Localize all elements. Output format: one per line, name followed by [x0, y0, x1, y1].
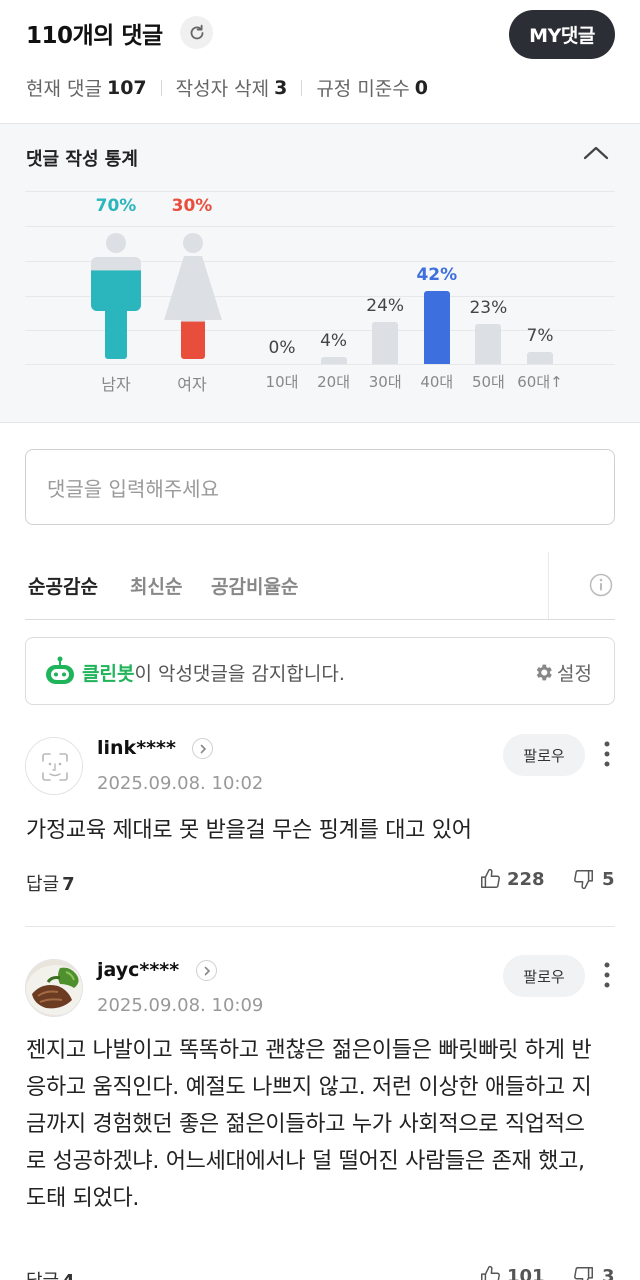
female-figure-icon: [164, 233, 222, 359]
age-bar-value: 23%: [469, 298, 508, 319]
avatar[interactable]: [25, 737, 83, 795]
reply-label: 답글: [26, 874, 60, 895]
stat-violation-label: 규정 미준수: [316, 78, 410, 100]
comment-count-title: 110개의 댓글: [26, 23, 163, 49]
age-bar: [475, 324, 502, 364]
reply-button[interactable]: 답글 7: [26, 870, 75, 896]
comment-date: 2025.09.08. 10:09: [97, 995, 264, 1016]
more-options-icon[interactable]: [600, 739, 614, 769]
grid-line: [25, 364, 615, 365]
tab-likes[interactable]: 순공감순: [28, 572, 98, 599]
female-label: 여자: [177, 375, 207, 394]
female-fill: [164, 321, 222, 359]
stat-deleted-label: 작성자 삭제: [175, 78, 270, 100]
comment-input[interactable]: 댓글을 입력해주세요: [25, 449, 615, 525]
dislike-button[interactable]: 3: [573, 1265, 615, 1280]
like-count: 101: [507, 1265, 545, 1280]
follow-button[interactable]: 팔로우: [503, 734, 585, 776]
chevron-right-icon: [200, 744, 206, 753]
age-bar-label: 60대↑: [517, 373, 563, 391]
comment-header: 110개의 댓글 MY댓글 현재 댓글 107 작성자 삭제 3 규정 미준수 …: [0, 0, 640, 124]
cleanbot-banner: 클린봇이 악성댓글을 감지합니다. 설정: [25, 637, 615, 705]
thumbs-down-icon: [574, 870, 593, 890]
like-button[interactable]: 101: [479, 1265, 545, 1280]
divider: [25, 619, 615, 620]
age-bar: [372, 322, 399, 364]
more-options-icon[interactable]: [600, 960, 614, 990]
thumbs-up-icon: [481, 1265, 500, 1280]
divider: [160, 79, 162, 96]
food-photo: [26, 960, 82, 1016]
age-bar-value: 42%: [416, 265, 458, 285]
like-button[interactable]: 228: [479, 868, 545, 890]
profile-arrow-button[interactable]: [192, 738, 213, 759]
reply-button[interactable]: 답글4: [26, 1267, 75, 1280]
cleanbot-robot-icon: [46, 656, 74, 684]
statistics-title: 댓글 작성 통계: [26, 149, 138, 170]
comment-text: 가정교육 제대로 못 받을걸 무슨 핑계를 대고 있어: [26, 818, 472, 843]
reply-count: 7: [62, 874, 75, 895]
divider: [548, 552, 549, 619]
refresh-button[interactable]: [180, 16, 213, 49]
comment-statistics-panel: 댓글 작성 통계 70% 30% 남자 여자 0% 10대 4% 20대 24%…: [0, 124, 640, 423]
chevron-right-icon: [204, 966, 210, 975]
comment-item: link**** 2025.09.08. 10:02 팔로우 가정교육 제대로 …: [0, 705, 640, 927]
thumbs-up-icon: [481, 868, 500, 888]
age-bar-value: 4%: [320, 331, 348, 352]
refresh-icon: [190, 24, 203, 39]
cleanbot-settings-button[interactable]: 설정: [533, 659, 592, 686]
age-bar: [527, 351, 553, 364]
cleanbot-description: 이 악성댓글을 감지합니다.: [134, 663, 345, 685]
settings-label: 설정: [557, 663, 592, 685]
dislike-button[interactable]: 5: [573, 868, 615, 890]
reply-count: 4: [62, 1271, 75, 1280]
stat-current-label: 현재 댓글: [26, 78, 102, 100]
age-bar-value: 7%: [526, 325, 554, 346]
female-percentage: 30%: [171, 196, 213, 216]
age-bar: [423, 291, 450, 364]
comment-date: 2025.09.08. 10:02: [97, 773, 264, 794]
grid-line: [25, 226, 615, 227]
profile-arrow-button[interactable]: [196, 960, 217, 981]
default-face-icon: [26, 738, 82, 794]
stat-current-value: 107: [106, 76, 147, 99]
male-figure-icon: [91, 233, 141, 359]
stat-violation-value: 0: [414, 76, 429, 99]
cleanbot-brand[interactable]: 클린봇: [82, 663, 134, 685]
comment-username[interactable]: jayc****: [97, 959, 179, 981]
dislike-count: 3: [602, 1265, 615, 1280]
tab-latest[interactable]: 최신순: [130, 572, 182, 599]
avatar[interactable]: [25, 959, 83, 1017]
like-count: 228: [507, 868, 545, 890]
info-icon[interactable]: [589, 573, 613, 597]
grid-line: [25, 191, 615, 192]
stat-deleted-value: 3: [274, 76, 288, 99]
comment-item: jayc**** 2025.09.08. 10:09 팔로우 젠지고 나발이고 …: [0, 927, 640, 1280]
comment-username[interactable]: link****: [97, 737, 176, 759]
comment-stats-row: 현재 댓글 107 작성자 삭제 3 규정 미준수 0: [26, 74, 428, 101]
reply-label: 답글: [26, 1271, 59, 1280]
divider: [301, 79, 303, 96]
age-bar: [320, 357, 347, 364]
gear-icon: [536, 664, 552, 681]
male-percentage: 70%: [95, 196, 137, 216]
follow-button[interactable]: 팔로우: [503, 955, 585, 997]
thumbs-down-icon: [574, 1267, 593, 1280]
male-fill: [91, 270, 141, 359]
tab-like-ratio[interactable]: 공감비율순: [211, 572, 298, 599]
male-label: 남자: [101, 375, 131, 394]
my-comments-button[interactable]: MY댓글: [509, 10, 615, 59]
dislike-count: 5: [602, 868, 615, 890]
comment-text: 젠지고 나발이고 똑똑하고 괜찮은 젊은이들은 빠릿빠릿 하게 반응하고 움직인…: [26, 1038, 592, 1211]
cleanbot-text: 클린봇이 악성댓글을 감지합니다.: [82, 659, 345, 686]
sort-tabs: 순공감순 최신순 공감비율순: [0, 552, 640, 620]
age-bar-value: 24%: [366, 296, 405, 317]
comment-input-placeholder: 댓글을 입력해주세요: [47, 476, 219, 501]
chevron-up-icon[interactable]: [582, 144, 610, 162]
